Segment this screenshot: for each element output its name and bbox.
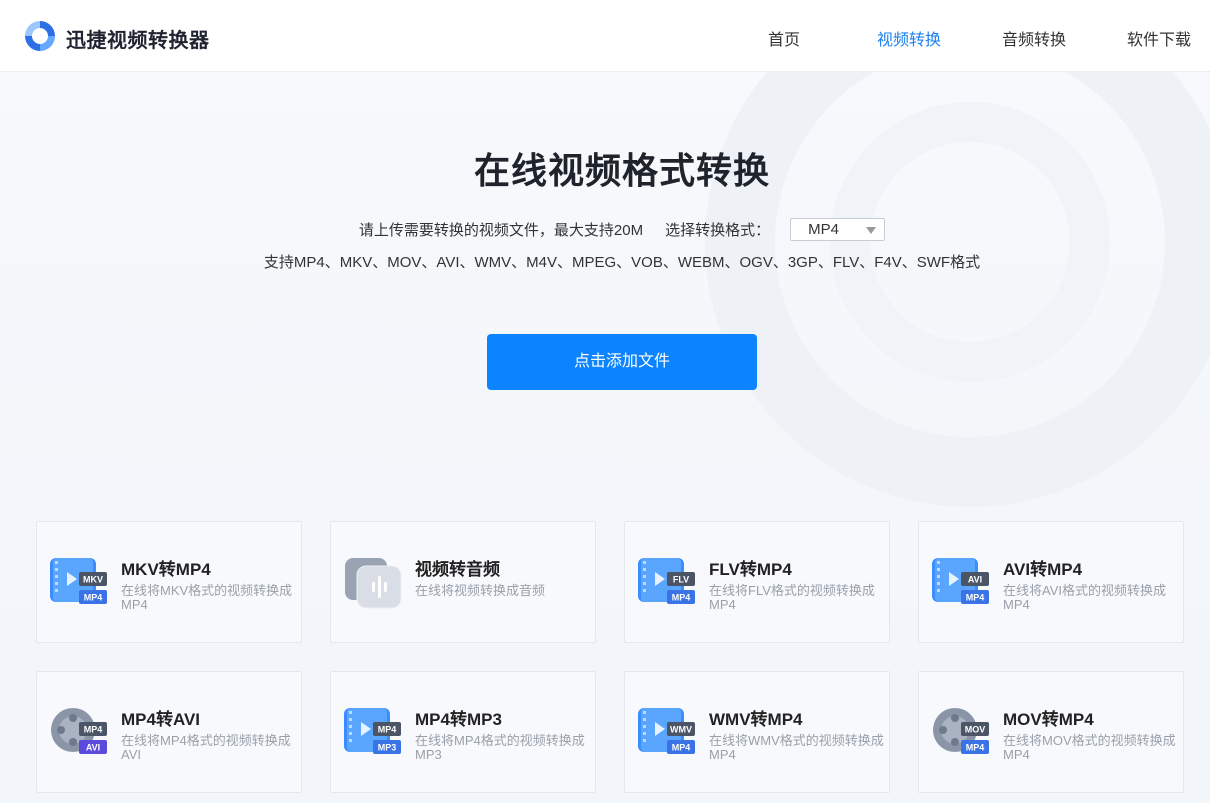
format-select[interactable]: MP4 — [790, 217, 886, 241]
svg-text:MKV: MKV — [83, 575, 103, 585]
conversion-card[interactable]: MP4 AVI MP4转AVI 在线将MP4格式的视频转换成AVI — [36, 671, 302, 793]
card-description: 在线将WMV格式的视频转换成MP4 — [709, 733, 884, 762]
svg-text:AVI: AVI — [968, 575, 982, 585]
main-content: 在线视频格式转换 请上传需要转换的视频文件，最大支持20M 选择转换格式： MP… — [0, 0, 1210, 803]
conversion-card[interactable]: MP4 MP3 MP4转MP3 在线将MP4格式的视频转换成MP3 — [330, 671, 596, 793]
conversion-card[interactable]: MKV MP4 MKV转MP4 在线将MKV格式的视频转换成MP4 — [36, 521, 302, 643]
video-file-icon: MKV MP4 — [50, 558, 107, 604]
video-file-icon: AVI MP4 — [932, 558, 989, 604]
card-title: MP4转MP3 — [415, 710, 502, 729]
nav-software-download[interactable]: 软件下载 — [1127, 26, 1191, 50]
svg-text:MP4: MP4 — [84, 593, 103, 603]
audio-wave-icon — [345, 558, 402, 609]
card-description: 在线将MKV格式的视频转换成MP4 — [121, 583, 293, 612]
svg-text:MP4: MP4 — [672, 743, 691, 753]
svg-text:AVI: AVI — [86, 743, 100, 753]
svg-text:MP4: MP4 — [84, 725, 103, 735]
card-description: 在线将FLV格式的视频转换成MP4 — [709, 583, 875, 612]
conversion-card[interactable]: 视频转音频在线将视频转换成音频 — [330, 521, 596, 643]
upload-hint: 请上传需要转换的视频文件，最大支持20M — [358, 221, 644, 239]
format-select-value: MP4 — [808, 220, 839, 238]
card-title: MKV转MP4 — [121, 560, 211, 579]
page-title: 在线视频格式转换 — [473, 150, 770, 191]
chevron-down-icon — [866, 226, 877, 234]
brand-name[interactable]: 迅捷视频转换器 — [66, 24, 210, 53]
top-header: 迅捷视频转换器 首页 视频转换 音频转换 软件下载 — [0, 0, 1210, 72]
video-file-icon: FLV MP4 — [638, 558, 695, 604]
svg-text:MP4: MP4 — [966, 743, 985, 753]
conversion-card[interactable]: FLV MP4 FLV转MP4 在线将FLV格式的视频转换成MP4 — [624, 521, 890, 643]
card-description: 在线将视频转换成音频 — [415, 583, 546, 598]
card-title: WMV转MP4 — [709, 710, 803, 729]
nav-audio-convert[interactable]: 音频转换 — [1002, 26, 1066, 50]
svg-text:MP4: MP4 — [378, 725, 397, 735]
card-description: 在线将MP4格式的视频转换成AVI — [121, 733, 291, 762]
card-description: 在线将MP4格式的视频转换成MP3 — [415, 733, 585, 762]
brand-logo-icon[interactable] — [22, 18, 58, 54]
nav-home[interactable]: 首页 — [768, 26, 800, 50]
svg-text:MOV: MOV — [965, 725, 986, 735]
conversion-card[interactable]: MOV MP4 MOV转MP4 在线将MOV格式的视频转换成MP4 — [918, 671, 1184, 793]
format-label: 选择转换格式： — [665, 221, 771, 239]
film-reel-icon: MP4 AVI — [51, 708, 107, 754]
card-title: 视频转音频 — [415, 560, 500, 579]
add-file-button[interactable]: 点击添加文件 — [487, 334, 757, 390]
card-description: 在线将MOV格式的视频转换成MP4 — [1003, 733, 1176, 762]
film-reel-icon: MOV MP4 — [933, 708, 989, 754]
svg-text:MP4: MP4 — [672, 593, 691, 603]
supported-formats-text: 支持MP4、MKV、MOV、AVI、WMV、M4V、MPEG、VOB、WEBM、… — [263, 254, 981, 271]
nav-video-convert[interactable]: 视频转换 — [877, 26, 941, 50]
card-title: AVI转MP4 — [1003, 560, 1083, 579]
svg-text:MP3: MP3 — [378, 743, 397, 753]
conversion-card[interactable]: AVI MP4 AVI转MP4 在线将AVI格式的视频转换成MP4 — [918, 521, 1184, 643]
card-title: MP4转AVI — [121, 710, 201, 729]
svg-text:FLV: FLV — [673, 575, 689, 585]
svg-text:MP4: MP4 — [966, 593, 985, 603]
card-title: MOV转MP4 — [1003, 710, 1094, 729]
upload-options-row: 请上传需要转换的视频文件，最大支持20M 选择转换格式： MP4 — [0, 217, 1210, 241]
card-title: FLV转MP4 — [709, 560, 792, 579]
video-file-icon: WMV MP4 — [638, 708, 695, 754]
svg-text:WMV: WMV — [670, 725, 692, 735]
card-description: 在线将AVI格式的视频转换成MP4 — [1003, 583, 1166, 612]
conversion-card[interactable]: WMV MP4 WMV转MP4 在线将WMV格式的视频转换成MP4 — [624, 671, 890, 793]
video-file-icon: MP4 MP3 — [344, 708, 401, 754]
